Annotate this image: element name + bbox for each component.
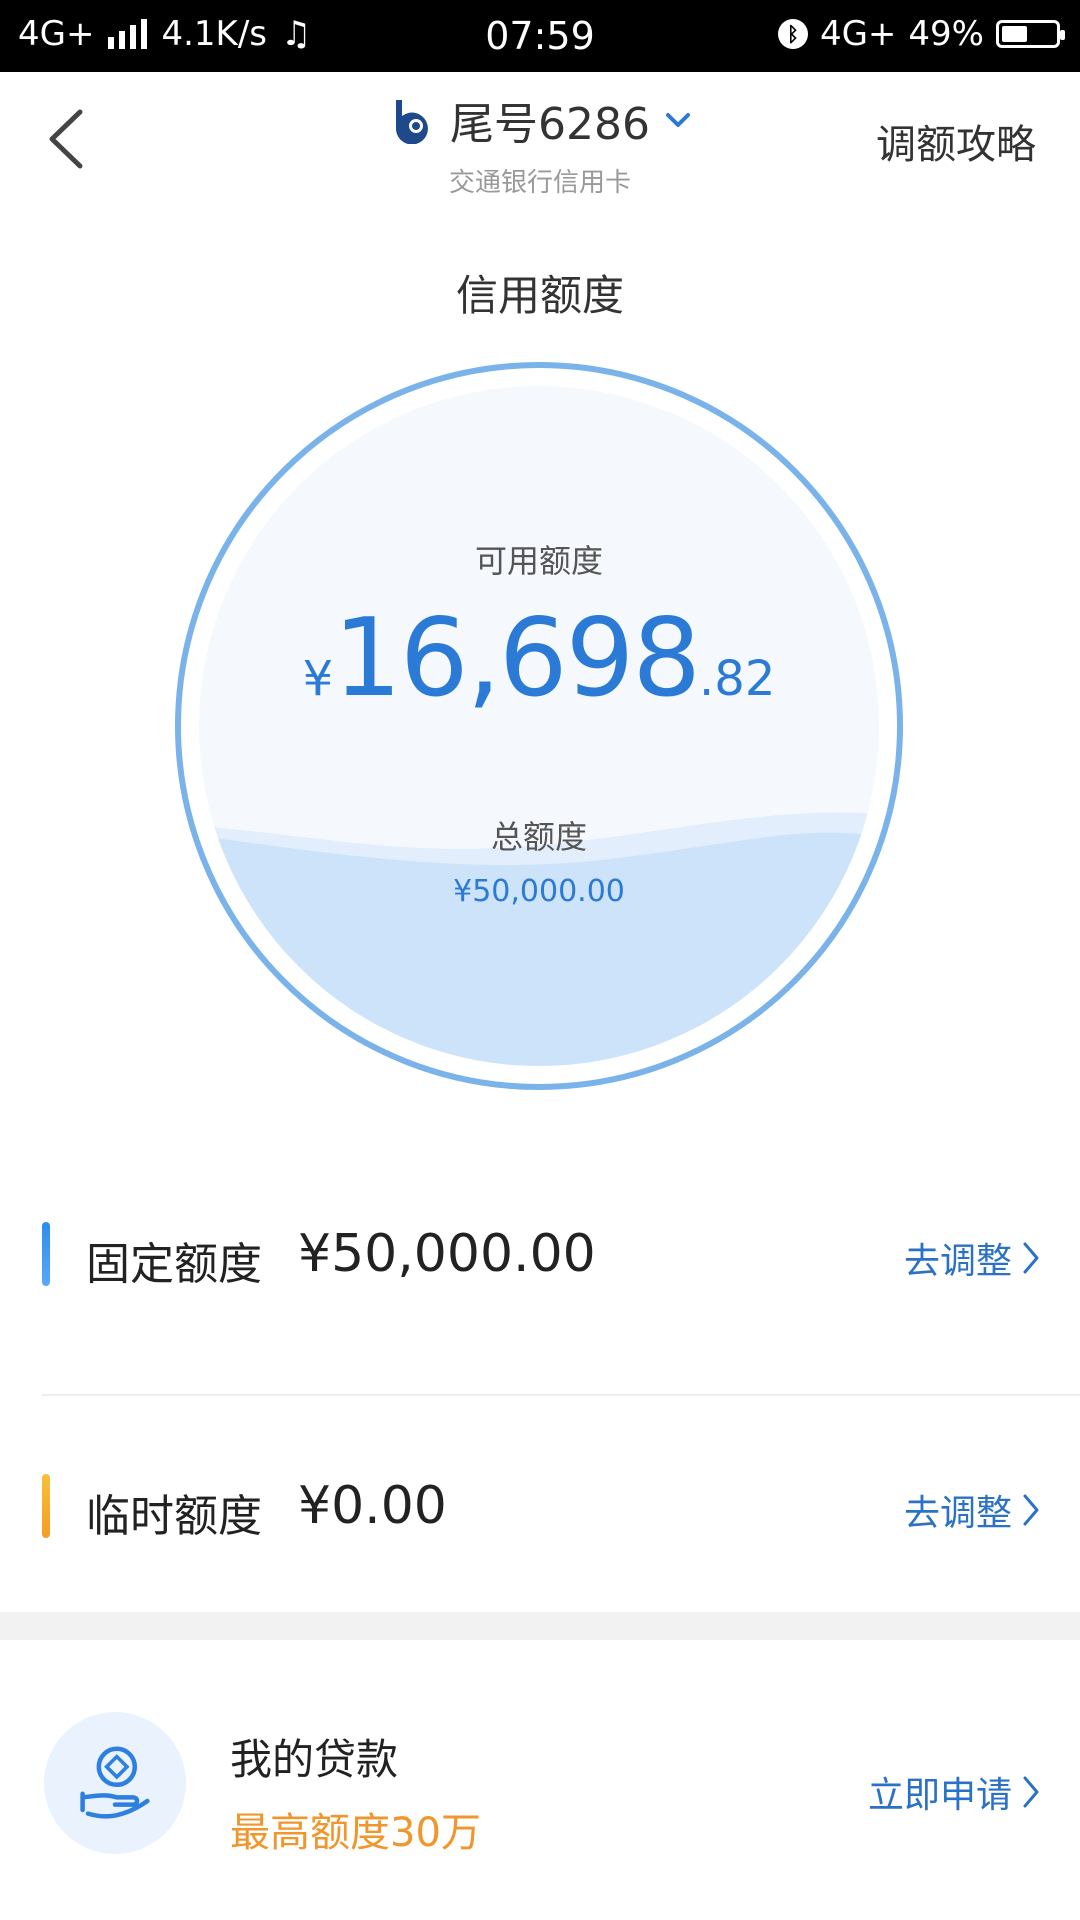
- section-title: 信用额度: [455, 271, 624, 320]
- network-type-right: 4G+: [819, 14, 897, 54]
- chevron-right-icon: [1023, 1242, 1039, 1274]
- total-label: 总额度: [490, 818, 587, 856]
- available-label: 可用额度: [474, 542, 603, 580]
- gauge-wave: [199, 812, 879, 1066]
- adjust-guide-link[interactable]: 调额攻略: [876, 112, 1036, 170]
- fixed-limit-value: ¥50,000.00: [298, 1224, 596, 1284]
- temp-limit-label: 临时额度: [86, 1491, 262, 1542]
- fixed-limit-row[interactable]: 固定额度 ¥50,000.00 去调整: [0, 1184, 1080, 1324]
- fixed-limit-adjust-button[interactable]: 去调整: [904, 1232, 1040, 1284]
- hand-coin-icon: [80, 1746, 150, 1819]
- bank-logo-icon: [396, 100, 428, 144]
- available-amount: ¥16,698.82: [199, 596, 879, 721]
- available-integer: 16,698: [333, 596, 701, 721]
- divider: [42, 1394, 1080, 1396]
- apply-now-button[interactable]: 立即申请: [868, 1766, 1040, 1818]
- status-bar: 4G+ 4.1K/s ♫ 07:59 ᛒ 4G+ 49%: [0, 0, 1080, 72]
- chevron-right-icon: [1023, 1776, 1039, 1808]
- currency-symbol: ¥: [302, 651, 334, 707]
- adjust-label: 去调整: [903, 1241, 1012, 1282]
- loan-card[interactable]: 我的贷款 最高额度30万 立即申请: [0, 1640, 1080, 1920]
- card-selector[interactable]: 尾号6286: [388, 88, 692, 152]
- loan-icon: [44, 1712, 186, 1854]
- apply-now-label: 立即申请: [867, 1775, 1012, 1816]
- battery-icon: [996, 20, 1065, 48]
- loan-title: 我的贷款: [230, 1735, 399, 1784]
- section-gap: [0, 1612, 1080, 1640]
- adjust-label: 去调整: [903, 1493, 1012, 1534]
- credit-gauge: 可用额度 ¥16,698.82 总额度 ¥50,000.00: [175, 362, 903, 1090]
- temp-limit-row[interactable]: 临时额度 ¥0.00 去调整: [0, 1436, 1080, 1576]
- battery-percent: 49%: [908, 14, 984, 54]
- bluetooth-icon: ᛒ: [777, 19, 808, 49]
- header: 尾号6286 交通银行信用卡 调额攻略: [0, 72, 1080, 202]
- available-decimal: .82: [699, 651, 776, 707]
- temp-limit-indicator: [42, 1474, 50, 1538]
- temp-limit-adjust-button[interactable]: 去调整: [904, 1484, 1040, 1536]
- card-title: 尾号6286: [450, 99, 650, 150]
- loan-subtitle: 最高额度30万: [230, 1810, 481, 1856]
- temp-limit-value: ¥0.00: [298, 1476, 447, 1536]
- total-value: ¥50,000.00: [453, 874, 625, 909]
- fixed-limit-label: 固定额度: [86, 1239, 262, 1290]
- chevron-right-icon: [1023, 1494, 1039, 1526]
- fixed-limit-indicator: [42, 1222, 50, 1286]
- chevron-down-icon[interactable]: [664, 110, 692, 130]
